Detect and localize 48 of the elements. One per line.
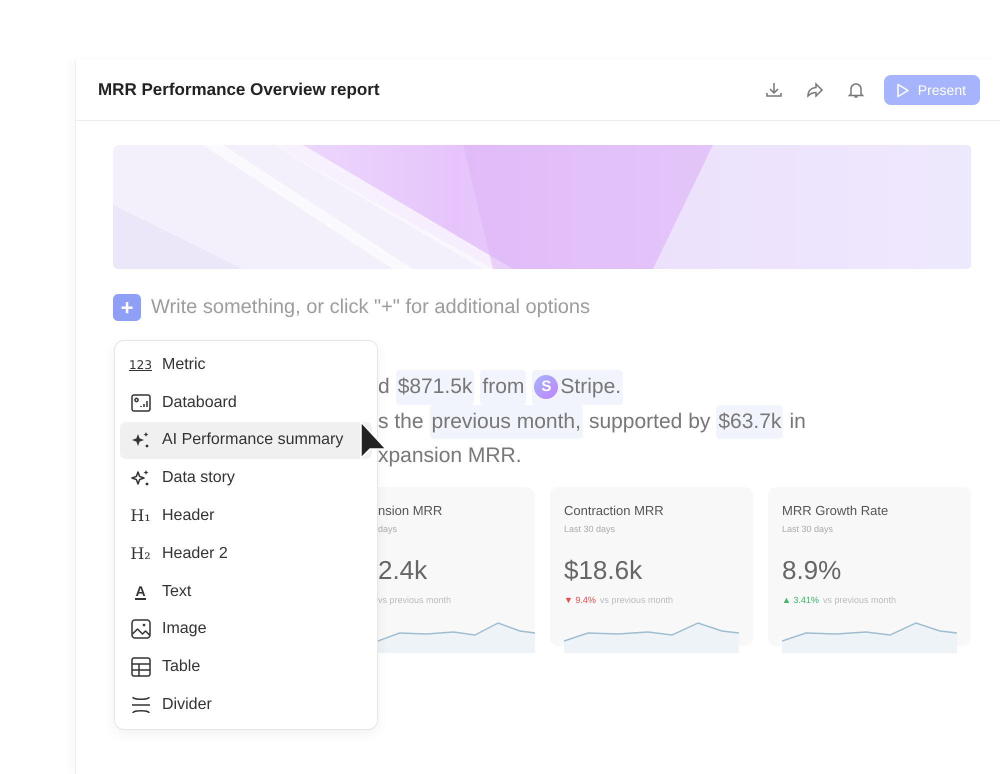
- sparkle-icon: [130, 468, 150, 488]
- menu-item[interactable]: H₂ Header 2: [120, 534, 372, 573]
- menu-item[interactable]: 123 Metric: [120, 346, 372, 384]
- menu-item[interactable]: Divider: [120, 686, 372, 724]
- paragraph-text: s the: [378, 408, 424, 434]
- card-title: MRR Growth Rate: [782, 502, 890, 520]
- metric-value: 8.9%: [782, 554, 842, 586]
- paragraph-text: xpansion MRR.: [378, 443, 522, 469]
- highlighted-value: $63.7k: [716, 404, 784, 439]
- paragraph-text: supported by: [588, 408, 710, 434]
- menu-item[interactable]: H₁ Header: [120, 497, 372, 535]
- paragraph-text: d: [378, 374, 390, 400]
- highlighted-value: from: [480, 370, 526, 404]
- metric-value: $18.6k: [564, 554, 644, 586]
- divider-icon: [130, 695, 150, 716]
- menu-item[interactable]: Data story: [120, 459, 372, 498]
- card-subtitle: Last 30 days: [564, 523, 616, 536]
- stripe-logo: S: [534, 375, 558, 400]
- comparison-text: vs previous month: [378, 594, 452, 607]
- placeholder-text: Write something, or click "+" for additional options: [151, 295, 590, 320]
- comparison-text: vs previous month: [600, 594, 673, 607]
- table-icon: [130, 657, 150, 678]
- highlighted-value: previous month,: [430, 404, 583, 439]
- metric-value: 2.4k: [378, 554, 428, 586]
- menu-item[interactable]: Table: [120, 648, 372, 686]
- play-icon: [896, 82, 910, 98]
- card-title: Contraction MRR: [564, 502, 665, 520]
- menu-item[interactable]: AI Performance summary: [120, 422, 372, 460]
- comparison-text: vs previous month: [822, 594, 896, 607]
- heading-icon: H₂: [130, 542, 151, 566]
- heading-icon: H₁: [130, 504, 151, 528]
- menu-item[interactable]: Databoard: [120, 384, 372, 422]
- sparkle-icon: [130, 430, 150, 450]
- databoard-icon: [130, 394, 150, 412]
- menu-item[interactable]: A Text: [120, 572, 372, 611]
- card-subtitle: days: [378, 523, 398, 536]
- data-source-chip[interactable]: S Stripe.: [532, 370, 624, 404]
- data-source-name: Stripe.: [560, 374, 622, 400]
- card-title: nsion MRR: [378, 502, 444, 520]
- menu-item[interactable]: Image: [120, 610, 372, 648]
- card-subtitle: Last 30 days: [782, 523, 834, 536]
- number-icon: 123: [129, 356, 152, 374]
- image-icon: [130, 619, 150, 640]
- change-value: ▼ 9.4%: [564, 594, 596, 606]
- highlighted-value: $871.5k: [396, 370, 474, 404]
- change-value: ▲ 3.41%: [782, 594, 819, 606]
- report-title: MRR Performance Overview report: [98, 79, 380, 102]
- paragraph-text: in: [789, 408, 806, 434]
